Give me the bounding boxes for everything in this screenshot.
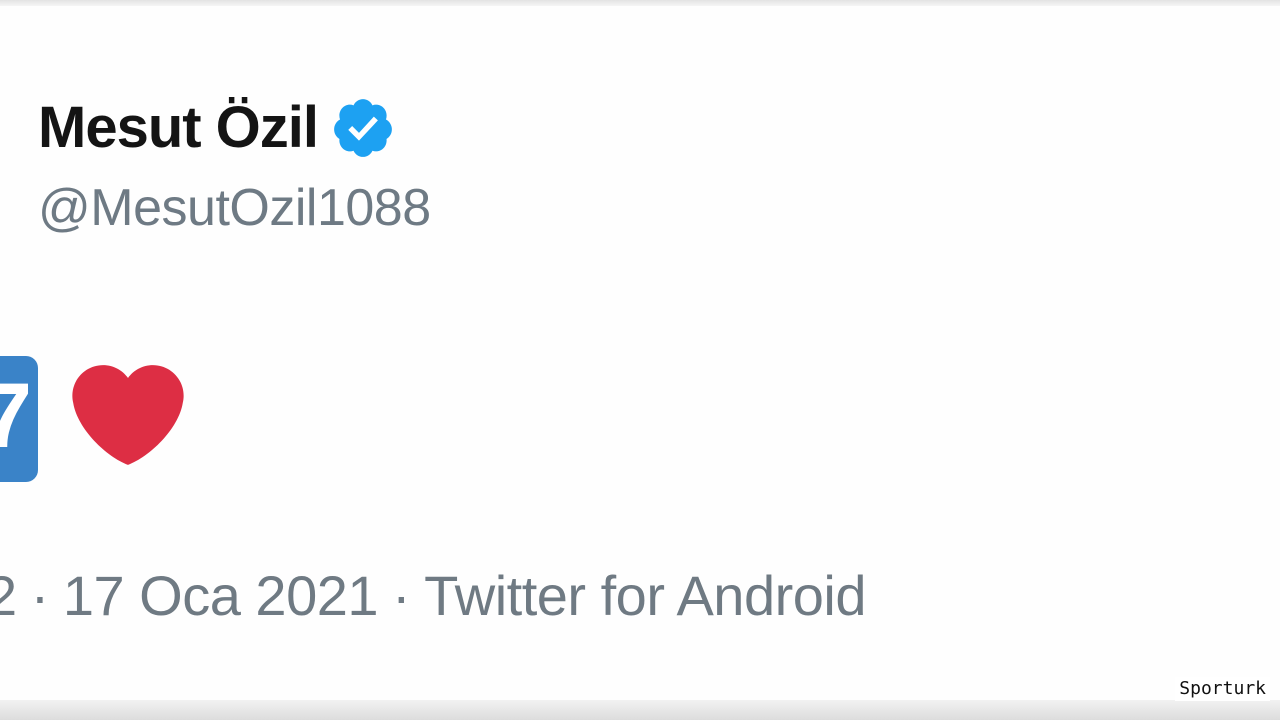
- verified-badge-icon: [334, 99, 392, 157]
- meta-separator: ·: [392, 564, 411, 627]
- author-row[interactable]: Mesut Özil: [38, 88, 396, 168]
- keycap-digit: 7: [0, 365, 32, 467]
- tweet-content: 7: [0, 354, 220, 484]
- tweet-date[interactable]: 17 Oca 2021: [63, 564, 379, 627]
- meta-separator: ·: [30, 564, 50, 627]
- tweet-card: Mesut Özil @MesutOzil1088 7 2 · 17 Oca 202…: [0, 6, 1280, 700]
- display-name[interactable]: Mesut Özil: [38, 99, 319, 157]
- watermark-label: Sporturk: [1175, 677, 1270, 701]
- user-handle[interactable]: @MesutOzil1088: [38, 182, 431, 234]
- heart-icon: [72, 365, 184, 465]
- tweet-meta: 2 · 17 Oca 2021 · Twitter for Android: [0, 568, 866, 624]
- tweet-source[interactable]: Twitter for Android: [424, 564, 866, 627]
- screenshot-frame: Mesut Özil @MesutOzil1088 7 2 · 17 Oca 202…: [0, 0, 1280, 720]
- tweet-time[interactable]: 2: [0, 564, 17, 627]
- bottom-border: [0, 700, 1280, 720]
- keycap-number-emoji: 7: [0, 356, 38, 482]
